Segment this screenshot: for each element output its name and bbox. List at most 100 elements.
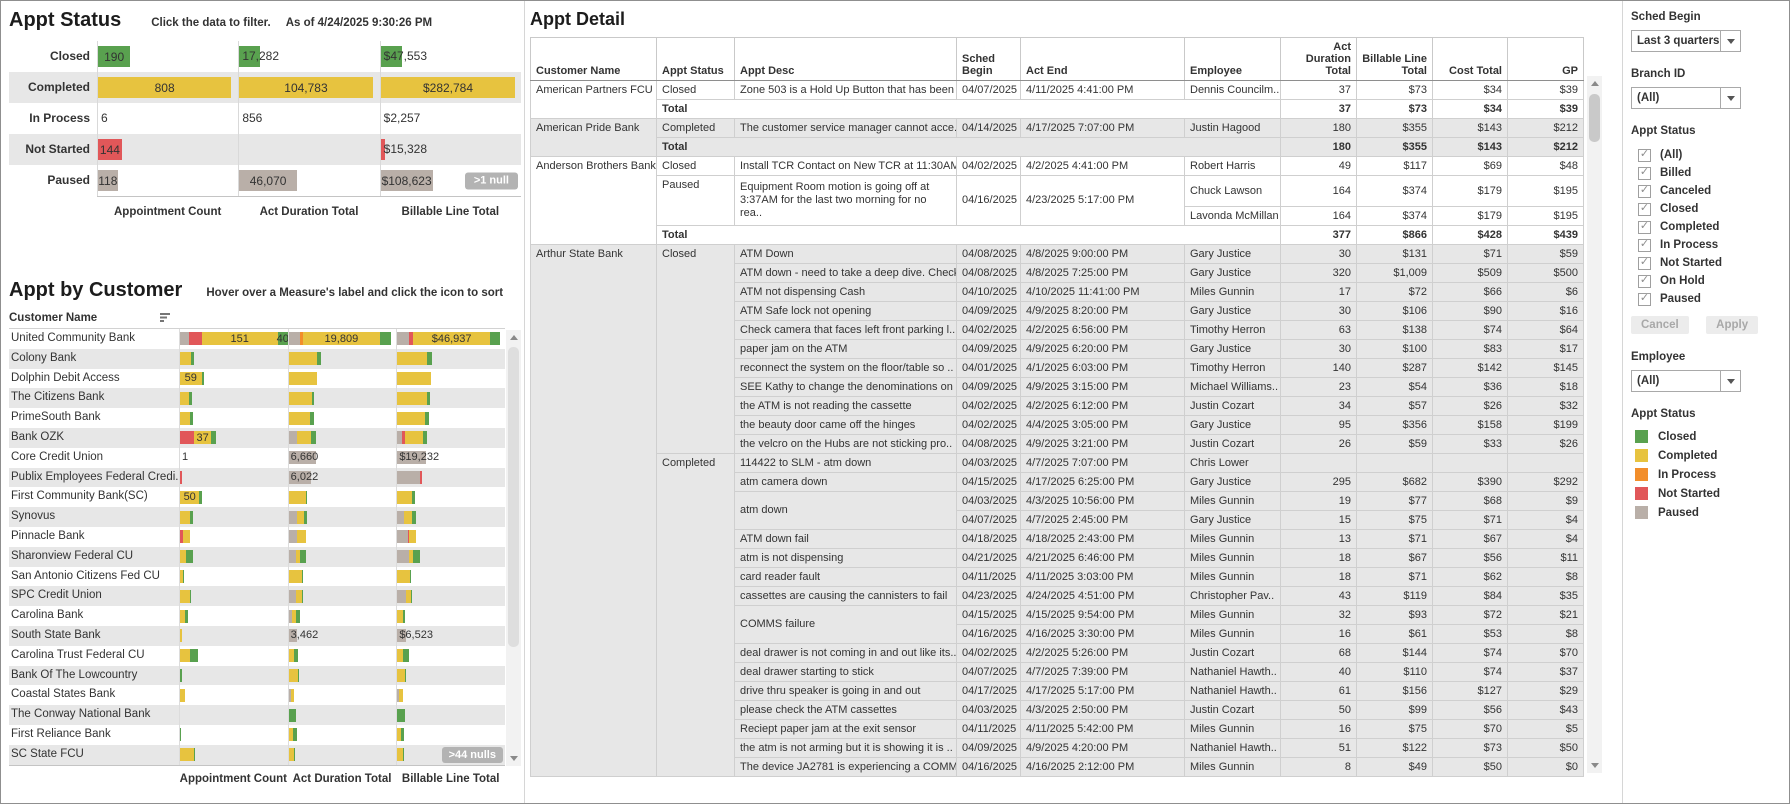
bar-segment-yellow[interactable]: 50 bbox=[180, 491, 199, 504]
bar-segment-green[interactable] bbox=[180, 728, 181, 741]
bar-segment-yellow[interactable] bbox=[297, 530, 306, 543]
null-indicator-badge[interactable]: >1 null bbox=[465, 172, 518, 189]
bar-segment-green[interactable] bbox=[191, 352, 194, 365]
bar-segment-yellow[interactable]: 19,809 bbox=[303, 332, 381, 345]
bar-segment-gray[interactable] bbox=[289, 431, 298, 444]
bar-segment-green[interactable] bbox=[289, 709, 297, 722]
filter-checkbox-completed[interactable]: ✓Completed bbox=[1638, 218, 1785, 236]
bar-segment-green[interactable] bbox=[199, 491, 201, 504]
bar-segment-green[interactable] bbox=[293, 728, 297, 741]
branch-id-dropdown[interactable]: (All) bbox=[1631, 87, 1741, 109]
bar-segment-green[interactable]: 40 bbox=[278, 332, 288, 345]
sched-begin-dropdown[interactable]: Last 3 quarters bbox=[1631, 30, 1741, 52]
bar-segment-gray[interactable] bbox=[397, 590, 406, 603]
bar-segment-yellow[interactable] bbox=[405, 431, 423, 444]
null-indicator-badge[interactable]: >44 nulls bbox=[442, 747, 503, 763]
bar-segment-gray[interactable] bbox=[289, 550, 297, 563]
bar-segment-yellow[interactable] bbox=[180, 412, 190, 425]
bar-segment-gray[interactable] bbox=[289, 590, 297, 603]
bar-segment-gray[interactable] bbox=[289, 511, 298, 524]
bar-segment-yellow[interactable] bbox=[289, 570, 302, 583]
bar-segment-yellow[interactable]: 59 bbox=[180, 372, 202, 385]
filter-checkbox-billed[interactable]: ✓Billed bbox=[1638, 164, 1785, 182]
bar-segment-yellow[interactable] bbox=[397, 392, 427, 405]
bar-segment-yellow[interactable] bbox=[289, 352, 317, 365]
bar-segment-green[interactable] bbox=[317, 352, 321, 365]
customer-list-scrollbar[interactable] bbox=[506, 330, 521, 766]
bar-segment-green[interactable] bbox=[410, 570, 411, 583]
filter-checkbox-paused[interactable]: ✓Paused bbox=[1638, 290, 1785, 308]
bar-segment-gray[interactable] bbox=[397, 550, 409, 563]
bar-segment-gray[interactable] bbox=[397, 530, 408, 543]
scroll-up-arrow[interactable] bbox=[506, 330, 521, 345]
column-header[interactable]: Billable Line Total bbox=[1357, 38, 1433, 81]
legend-item[interactable]: Closed bbox=[1635, 427, 1785, 446]
bar-segment-green[interactable] bbox=[302, 590, 303, 603]
bar-segment-yellow[interactable] bbox=[183, 530, 189, 543]
bar-segment-red[interactable]: 144 bbox=[98, 139, 122, 160]
scroll-up-arrow[interactable] bbox=[1587, 76, 1602, 91]
bar-segment-green[interactable] bbox=[412, 491, 414, 504]
column-header[interactable]: Act End bbox=[1021, 38, 1185, 81]
bar-segment-yellow[interactable] bbox=[180, 511, 190, 524]
column-header[interactable]: Employee bbox=[1185, 38, 1281, 81]
bar-segment-green[interactable] bbox=[401, 728, 404, 741]
measure-label[interactable]: Act Duration Total bbox=[288, 773, 397, 785]
bar-segment-green[interactable] bbox=[405, 669, 406, 682]
cancel-button[interactable]: Cancel bbox=[1631, 316, 1689, 334]
bar-segment-green[interactable] bbox=[190, 511, 193, 524]
bar-segment-green[interactable] bbox=[490, 332, 500, 345]
bar-segment-yellow[interactable] bbox=[397, 491, 412, 504]
bar-segment-yellow[interactable] bbox=[180, 590, 190, 603]
bar-segment-green[interactable] bbox=[310, 412, 314, 425]
bar-segment-yellow[interactable] bbox=[180, 352, 191, 365]
legend-item[interactable]: Completed bbox=[1635, 446, 1785, 465]
bar-segment-yellow[interactable] bbox=[397, 412, 425, 425]
measure-label[interactable]: Appointment Count bbox=[97, 206, 238, 218]
legend-item[interactable]: In Process bbox=[1635, 465, 1785, 484]
bar-segment-red[interactable] bbox=[420, 471, 422, 484]
filter-checkbox-closed[interactable]: ✓Closed bbox=[1638, 200, 1785, 218]
bar-segment-green[interactable] bbox=[427, 392, 429, 405]
bar-segment-green[interactable] bbox=[423, 431, 427, 444]
bar-segment-green[interactable] bbox=[411, 590, 412, 603]
bar-segment-green[interactable] bbox=[302, 570, 303, 583]
bar-segment-green[interactable] bbox=[190, 649, 199, 662]
bar-segment-yellow[interactable] bbox=[289, 491, 306, 504]
bar-segment-green[interactable] bbox=[304, 511, 307, 524]
bar-segment-yellow[interactable] bbox=[404, 511, 413, 524]
bar-segment-green[interactable] bbox=[403, 649, 409, 662]
bar-segment-red[interactable] bbox=[180, 471, 182, 484]
bar-segment-green[interactable] bbox=[412, 511, 415, 524]
scrollbar-thumb[interactable] bbox=[508, 347, 519, 647]
bar-segment-green[interactable] bbox=[397, 709, 405, 722]
bar-segment-yellow[interactable] bbox=[289, 392, 313, 405]
bar-segment-green[interactable] bbox=[312, 392, 314, 405]
bar-segment-yellow[interactable]: 808 bbox=[98, 77, 231, 98]
column-header[interactable]: GP bbox=[1508, 38, 1584, 81]
bar-segment-green[interactable] bbox=[298, 669, 299, 682]
bar-segment-yellow[interactable]: $46,937 bbox=[413, 332, 489, 345]
bar-segment-green[interactable] bbox=[190, 412, 193, 425]
bar-segment-green[interactable] bbox=[190, 590, 191, 603]
measure-label[interactable]: Act Duration Total bbox=[238, 206, 379, 218]
filter-checkbox-all[interactable]: ✓(All) bbox=[1638, 146, 1785, 164]
bar-segment-green[interactable]: 190 bbox=[98, 46, 130, 67]
bar-segment-green[interactable] bbox=[380, 332, 391, 345]
bar-segment-green[interactable] bbox=[296, 610, 300, 623]
bar-segment-green[interactable] bbox=[300, 550, 305, 563]
detail-table-scrollbar[interactable] bbox=[1587, 76, 1602, 773]
bar-segment-yellow[interactable] bbox=[180, 392, 189, 405]
bar-segment-green[interactable] bbox=[180, 669, 182, 682]
filter-checkbox-not-started[interactable]: ✓Not Started bbox=[1638, 254, 1785, 272]
bar-segment-green[interactable] bbox=[311, 431, 315, 444]
bar-segment-yellow[interactable] bbox=[289, 372, 317, 385]
bar-segment-yellow[interactable] bbox=[409, 530, 415, 543]
legend-item[interactable]: Not Started bbox=[1635, 484, 1785, 503]
legend-item[interactable]: Paused bbox=[1635, 503, 1785, 522]
bar-segment-green[interactable] bbox=[183, 570, 184, 583]
bar-segment-gray[interactable] bbox=[180, 332, 189, 345]
bar-segment-green[interactable] bbox=[403, 748, 404, 761]
bar-segment-green[interactable] bbox=[189, 392, 192, 405]
bar-segment-green[interactable] bbox=[413, 550, 419, 563]
